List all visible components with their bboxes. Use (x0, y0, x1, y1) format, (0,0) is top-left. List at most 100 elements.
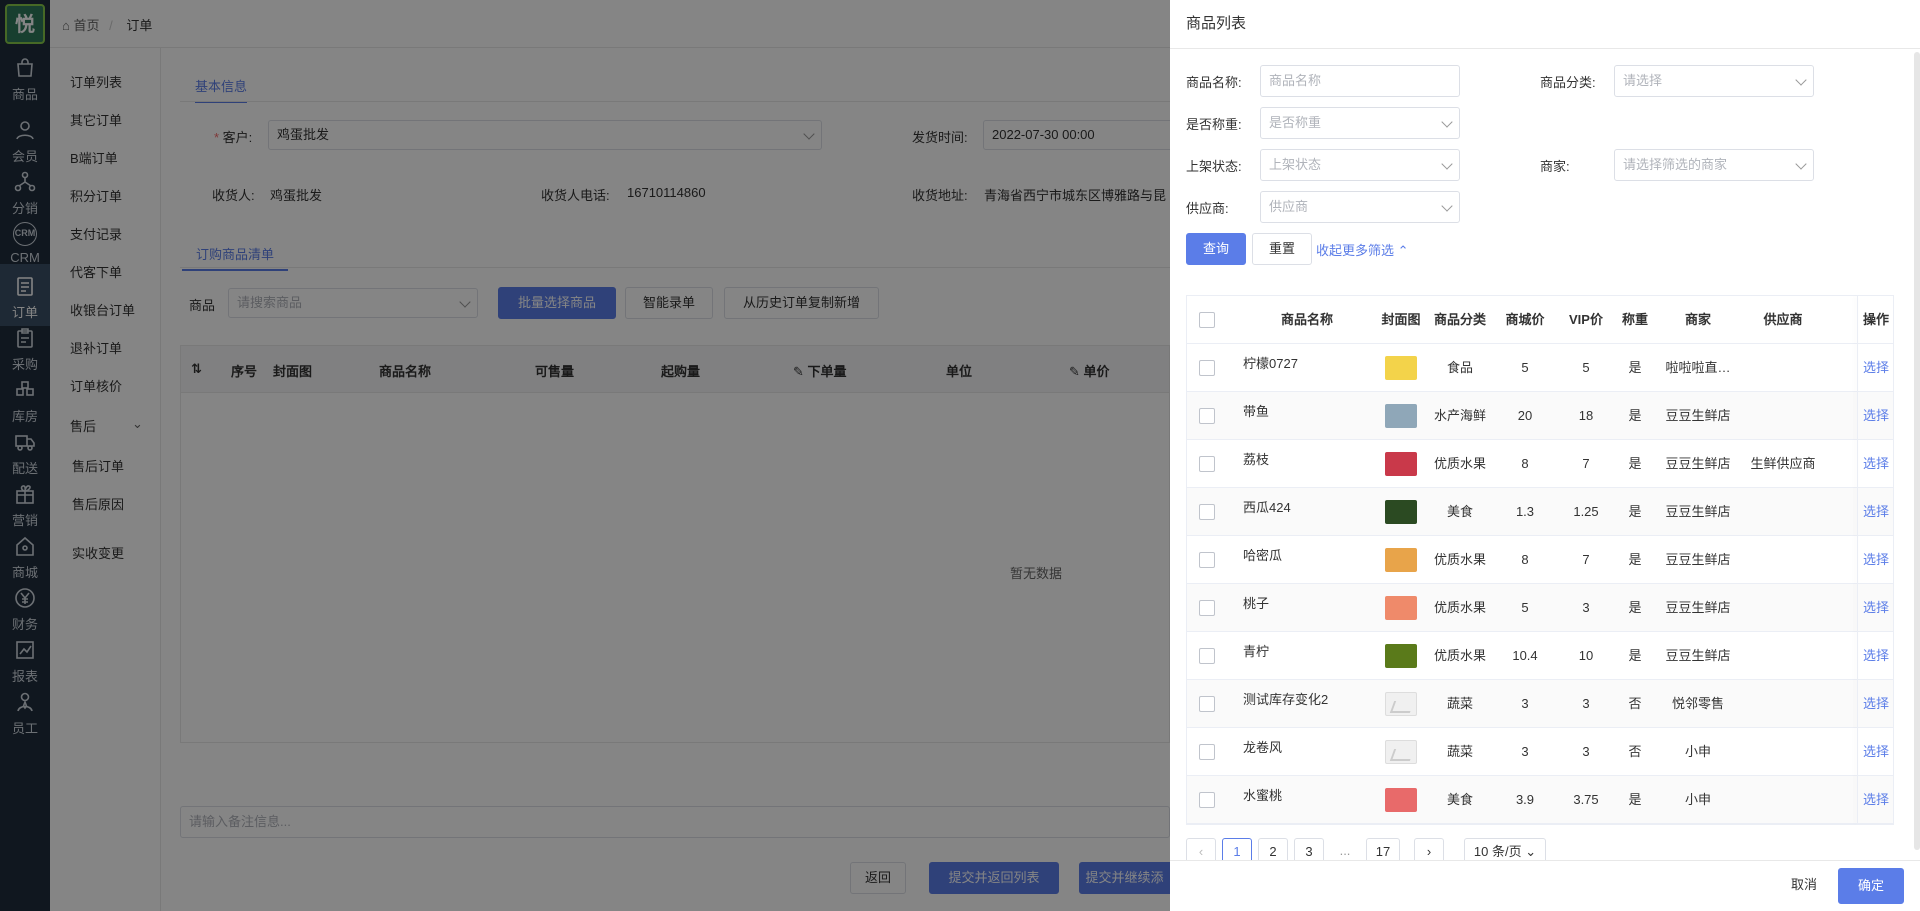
product-vip-price: 5 (1582, 360, 1590, 375)
select-product-link[interactable]: 选择 (1857, 488, 1895, 536)
product-merchant: 啦啦啦直… (1665, 360, 1731, 375)
image-placeholder-icon (1385, 740, 1417, 764)
filter-category-select[interactable]: 请选择 (1614, 65, 1814, 97)
product-vip-price: 10 (1578, 648, 1594, 663)
product-row[interactable]: 荔枝 优质水果 8 7 是 豆豆生鲜店 生鲜供应商 选择 (1187, 440, 1893, 488)
row-checkbox[interactable] (1199, 792, 1215, 808)
row-checkbox[interactable] (1199, 696, 1215, 712)
select-product-link[interactable]: 选择 (1857, 728, 1895, 776)
product-category: 美食 (1446, 504, 1473, 519)
product-row[interactable]: 水蜜桃 美食 3.9 3.75 是 小申 选择 (1187, 776, 1893, 824)
chevron-down-icon (1795, 158, 1807, 170)
query-button[interactable]: 查询 (1186, 233, 1246, 265)
th-merchant: 商家 (1684, 312, 1711, 327)
select-product-link[interactable]: 选择 (1857, 776, 1895, 824)
product-category: 美食 (1446, 792, 1473, 807)
product-category: 蔬菜 (1446, 696, 1473, 711)
filter-supplier-label: 供应商: (1186, 201, 1229, 216)
filter-weigh-label: 是否称重: (1186, 117, 1242, 132)
product-weigh: 是 (1628, 456, 1642, 471)
row-checkbox[interactable] (1199, 360, 1215, 376)
chevron-down-icon (1441, 158, 1453, 170)
product-thumbnail (1385, 596, 1417, 620)
product-weigh: 否 (1628, 744, 1642, 759)
select-product-link[interactable]: 选择 (1857, 440, 1895, 488)
product-vip-price: 3 (1582, 696, 1590, 711)
product-row[interactable]: 桃子 优质水果 5 3 是 豆豆生鲜店 选择 (1187, 584, 1893, 632)
product-thumbnail (1385, 548, 1417, 572)
th-cover: 封面图 (1381, 312, 1421, 327)
filter-supplier-select[interactable]: 供应商 (1260, 191, 1460, 223)
chevron-up-icon: ⌃ (1397, 243, 1409, 258)
select-all-checkbox[interactable] (1199, 312, 1215, 328)
product-name: 青柠 (1243, 644, 1270, 659)
cancel-button[interactable]: 取消 (1774, 870, 1834, 902)
product-name: 水蜜桃 (1243, 788, 1283, 803)
product-price: 3.9 (1515, 792, 1535, 807)
drawer-footer: 取消 确定 (1170, 860, 1920, 911)
product-price: 5 (1521, 600, 1529, 615)
product-table-header: 商品名称 封面图 商品分类 商城价 VIP价 称重 商家 供应商 操作 (1187, 296, 1893, 344)
select-product-link[interactable]: 选择 (1857, 680, 1895, 728)
product-vip-price: 1.25 (1573, 504, 1599, 519)
row-checkbox[interactable] (1199, 648, 1215, 664)
product-thumbnail (1385, 788, 1417, 812)
product-row[interactable]: 青柠 优质水果 10.4 10 是 豆豆生鲜店 选择 (1187, 632, 1893, 680)
filter-name-input[interactable]: 商品名称 (1260, 65, 1460, 97)
product-vip-price: 7 (1582, 456, 1590, 471)
select-product-link[interactable]: 选择 (1857, 584, 1895, 632)
filter-weigh-select[interactable]: 是否称重 (1260, 107, 1460, 139)
product-thumbnail (1385, 500, 1417, 524)
product-row[interactable]: 带鱼 水产海鲜 20 18 是 豆豆生鲜店 选择 (1187, 392, 1893, 440)
select-product-link[interactable]: 选择 (1857, 536, 1895, 584)
select-product-link[interactable]: 选择 (1857, 392, 1895, 440)
row-checkbox[interactable] (1199, 504, 1215, 520)
select-product-link[interactable]: 选择 (1857, 344, 1895, 392)
confirm-button[interactable]: 确定 (1838, 868, 1904, 904)
product-thumbnail (1385, 356, 1417, 380)
product-merchant: 小申 (1684, 792, 1711, 807)
drawer-scrollbar[interactable] (1914, 52, 1920, 850)
modal-overlay[interactable] (0, 0, 1170, 911)
th-price: 商城价 (1505, 312, 1545, 327)
image-placeholder-icon (1385, 692, 1417, 716)
product-table: 商品名称 封面图 商品分类 商城价 VIP价 称重 商家 供应商 操作 柠檬07… (1186, 295, 1894, 825)
filter-merchant-select[interactable]: 请选择筛选的商家 (1614, 149, 1814, 181)
product-name: 柠檬0727 (1243, 356, 1298, 371)
product-price: 10.4 (1512, 648, 1538, 663)
product-thumbnail (1385, 452, 1417, 476)
product-vip-price: 3.75 (1573, 792, 1599, 807)
row-checkbox[interactable] (1199, 600, 1215, 616)
product-weigh: 是 (1628, 408, 1642, 423)
filter-name-label: 商品名称: (1186, 75, 1242, 90)
row-checkbox[interactable] (1199, 744, 1215, 760)
product-name: 桃子 (1243, 596, 1270, 611)
product-row[interactable]: 哈密瓜 优质水果 8 7 是 豆豆生鲜店 选择 (1187, 536, 1893, 584)
select-product-link[interactable]: 选择 (1857, 632, 1895, 680)
product-name: 哈密瓜 (1243, 548, 1283, 563)
chevron-down-icon (1795, 74, 1807, 86)
drawer-title: 商品列表 (1186, 15, 1247, 32)
th-action: 操作 (1862, 312, 1889, 327)
collapse-filter-link[interactable]: 收起更多筛选 ⌃ (1316, 240, 1409, 259)
product-row[interactable]: 柠檬0727 食品 5 5 是 啦啦啦直… 选择 (1187, 344, 1893, 392)
product-weigh: 是 (1628, 792, 1642, 807)
product-weigh: 是 (1628, 360, 1642, 375)
th-category: 商品分类 (1433, 312, 1486, 327)
product-vip-price: 3 (1582, 600, 1590, 615)
product-weigh: 是 (1628, 504, 1642, 519)
product-row[interactable]: 西瓜424 美食 1.3 1.25 是 豆豆生鲜店 选择 (1187, 488, 1893, 536)
product-vip-price: 18 (1578, 408, 1594, 423)
row-checkbox[interactable] (1199, 408, 1215, 424)
th-name: 商品名称 (1280, 312, 1333, 327)
row-checkbox[interactable] (1199, 456, 1215, 472)
product-row[interactable]: 龙卷风 蔬菜 3 3 否 小申 选择 (1187, 728, 1893, 776)
filter-status-select[interactable]: 上架状态 (1260, 149, 1460, 181)
th-supplier: 供应商 (1763, 312, 1803, 327)
product-merchant: 悦邻零售 (1671, 696, 1724, 711)
product-category: 蔬菜 (1446, 744, 1473, 759)
row-checkbox[interactable] (1199, 552, 1215, 568)
chevron-down-icon (1441, 200, 1453, 212)
product-row[interactable]: 测试库存变化2 蔬菜 3 3 否 悦邻零售 选择 (1187, 680, 1893, 728)
reset-button[interactable]: 重置 (1252, 233, 1312, 265)
